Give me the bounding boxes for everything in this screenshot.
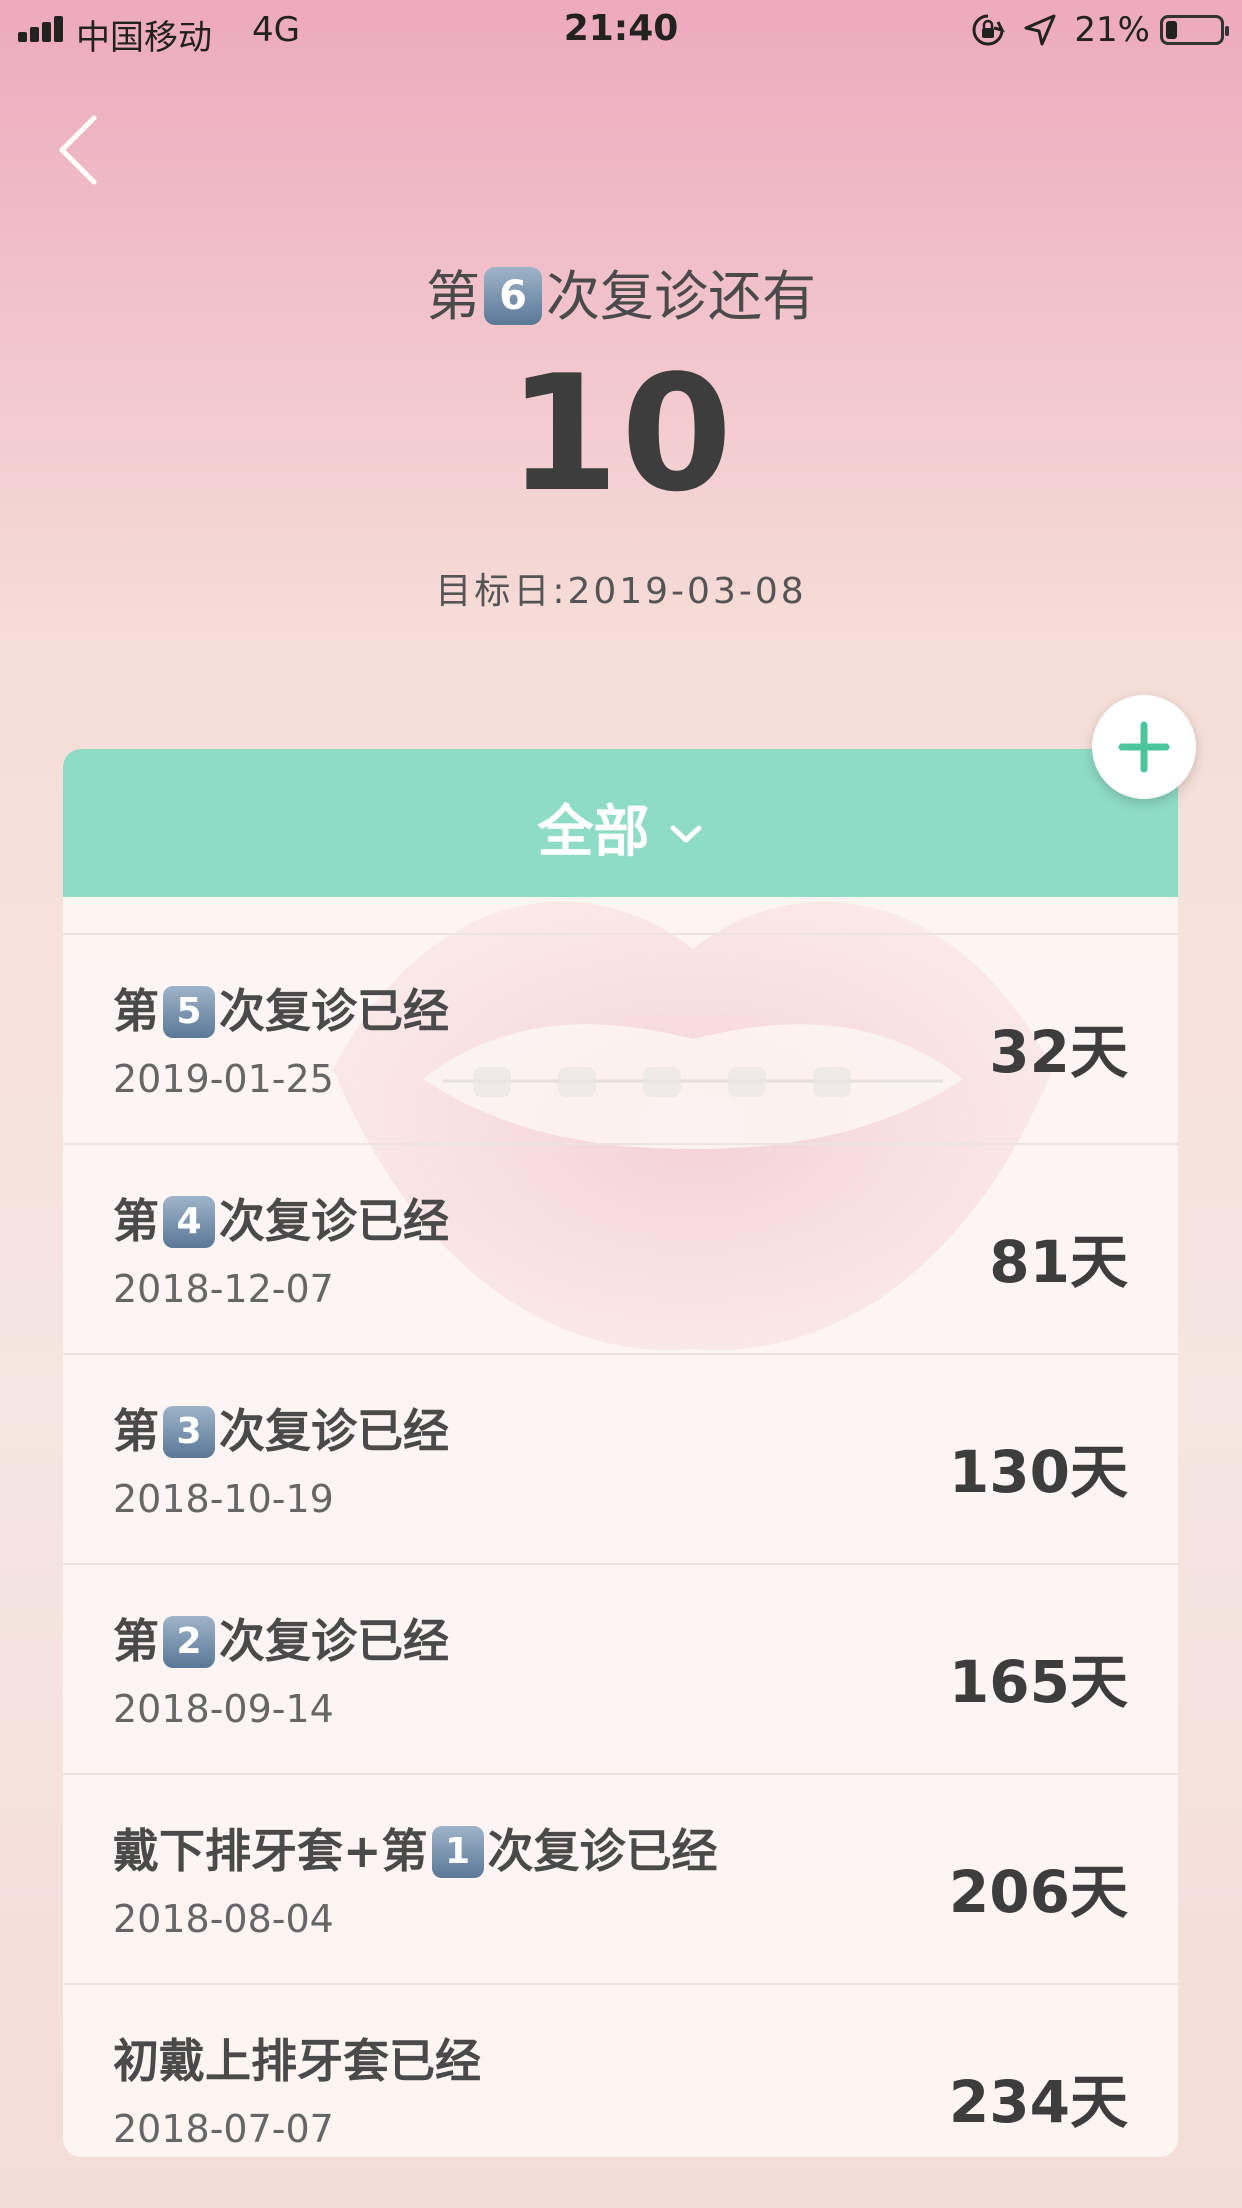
record-title: 戴下排牙套+第 1 次复诊已经 <box>113 1815 718 1881</box>
title-prefix: 第 <box>426 265 480 328</box>
record-days: 32天 <box>989 1018 1128 1086</box>
record-date: 2018-09-14 <box>113 1687 334 1731</box>
record-days: 130天 <box>948 1438 1128 1506</box>
record-title: 第 2 次复诊已经 <box>113 1605 449 1671</box>
target-date: 目标日:2019-03-08 <box>435 571 807 612</box>
add-record-button[interactable] <box>1092 695 1196 799</box>
filter-dropdown[interactable]: 全部 <box>63 749 1178 897</box>
orientation-lock-icon <box>972 14 1006 46</box>
record-number-badge: 5 <box>163 985 215 1038</box>
record-date: 2018-12-07 <box>113 1267 334 1311</box>
status-bar: 中国移动 4G 21:40 21% <box>0 0 1242 60</box>
record-date: 2018-07-07 <box>113 2107 334 2151</box>
list-item[interactable]: 第 5 次复诊已经 2019-01-25 32天 <box>63 935 1178 1145</box>
back-button[interactable] <box>50 110 110 190</box>
record-title: 初戴上排牙套已经 <box>113 2025 481 2091</box>
record-title-suffix: 次复诊已经 <box>219 1404 449 1458</box>
record-title-prefix: 第 <box>113 984 159 1038</box>
status-right-group: 21% <box>970 10 1229 50</box>
countdown-days: 10 <box>507 340 735 527</box>
list-spacer <box>63 897 1178 935</box>
record-title-prefix: 第 <box>113 1614 159 1668</box>
record-title-suffix: 次复诊已经 <box>219 984 449 1038</box>
record-date: 2018-08-04 <box>113 1897 334 1941</box>
record-title-prefix: 初戴上排牙套已经 <box>113 2034 481 2088</box>
chevron-left-icon <box>59 115 97 185</box>
record-number-badge: 4 <box>163 1195 215 1248</box>
record-title-suffix: 次复诊已经 <box>219 1194 449 1248</box>
record-title-prefix: 戴下排牙套+第 <box>113 1824 428 1878</box>
record-days: 81天 <box>989 1228 1128 1296</box>
record-number-badge: 2 <box>163 1615 215 1668</box>
battery-percent: 21% <box>1074 10 1150 50</box>
record-number-badge: 1 <box>431 1825 484 1878</box>
record-title-suffix: 次复诊已经 <box>219 1614 449 1668</box>
list-item[interactable]: 初戴上排牙套已经 2018-07-07 234天 <box>63 1985 1178 2157</box>
location-arrow-icon <box>1024 14 1056 46</box>
record-date: 2019-01-25 <box>113 1057 334 1101</box>
record-title-suffix: 次复诊已经 <box>487 1824 718 1878</box>
record-title-prefix: 第 <box>113 1194 159 1248</box>
list-item[interactable]: 第 2 次复诊已经 2018-09-14 165天 <box>63 1565 1178 1775</box>
records-card: 全部 第 5 次复诊已经 2019-01-25 32天 第 4 次复诊已经 2018-1… <box>63 749 1178 2157</box>
record-title: 第 5 次复诊已经 <box>113 975 449 1041</box>
filter-label: 全部 <box>537 800 650 865</box>
record-title: 第 4 次复诊已经 <box>113 1185 449 1251</box>
record-days: 165天 <box>948 1648 1128 1716</box>
record-title: 第 3 次复诊已经 <box>113 1395 449 1461</box>
list-item[interactable]: 第 3 次复诊已经 2018-10-19 130天 <box>63 1355 1178 1565</box>
list-item[interactable]: 第 4 次复诊已经 2018-12-07 81天 <box>63 1145 1178 1355</box>
plus-icon <box>1118 721 1170 773</box>
records-list: 第 5 次复诊已经 2019-01-25 32天 第 4 次复诊已经 2018-12-0… <box>63 897 1178 2157</box>
battery-icon <box>1160 15 1229 45</box>
visit-number-badge: 6 <box>484 267 542 326</box>
record-title-prefix: 第 <box>113 1404 159 1458</box>
record-days: 206天 <box>948 1858 1128 1926</box>
record-number-badge: 3 <box>163 1405 215 1458</box>
record-date: 2018-10-19 <box>113 1477 334 1521</box>
filter-label-wrap: 全部 <box>63 787 1178 868</box>
list-item[interactable]: 戴下排牙套+第 1 次复诊已经 2018-08-04 206天 <box>63 1775 1178 1985</box>
title-suffix: 次复诊还有 <box>546 265 816 328</box>
battery-level <box>1166 21 1177 39</box>
countdown-title: 第 6 次复诊还有 <box>0 252 1242 331</box>
chevron-down-icon <box>670 825 701 843</box>
record-days: 234天 <box>948 2068 1128 2136</box>
